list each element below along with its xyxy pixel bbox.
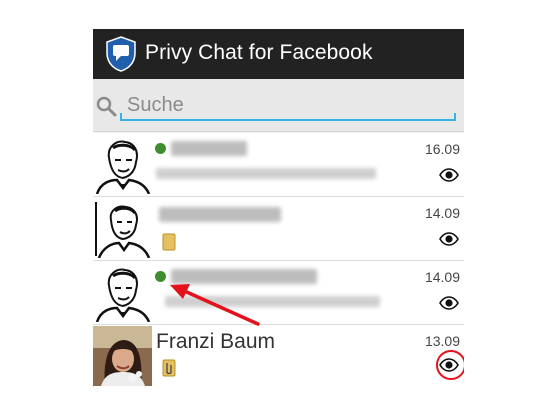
online-status-dot bbox=[155, 271, 166, 282]
message-date: 14.09 bbox=[424, 269, 460, 285]
blurred-contact-name bbox=[159, 207, 281, 222]
app-logo-icon[interactable] bbox=[105, 36, 137, 72]
message-date: 16.09 bbox=[424, 141, 460, 157]
red-arrow-annotation bbox=[170, 284, 260, 326]
conversation-row[interactable]: Franzi Baum 13.09 bbox=[93, 325, 464, 388]
eye-icon[interactable] bbox=[439, 232, 459, 246]
sketch-portrait-icon bbox=[93, 262, 152, 322]
message-date: 14.09 bbox=[424, 205, 460, 221]
avatar bbox=[93, 134, 152, 194]
search-underline-left bbox=[120, 113, 122, 121]
sketch-portrait-icon bbox=[93, 134, 152, 194]
action-bar: Privy Chat for Facebook bbox=[93, 29, 464, 79]
photo-portrait-icon bbox=[93, 326, 152, 386]
highlight-circle bbox=[436, 350, 464, 380]
contact-name: Franzi Baum bbox=[156, 330, 276, 353]
phone-screen: Privy Chat for Facebook Suche 16.09 14.0… bbox=[93, 29, 464, 418]
eye-icon[interactable] bbox=[439, 296, 459, 310]
conversation-row[interactable]: 14.09 bbox=[93, 261, 464, 325]
attachment-icon bbox=[162, 359, 176, 377]
avatar bbox=[93, 198, 152, 258]
conversation-list: 16.09 14.09 14.09 Franzi Baum 13.09 bbox=[93, 133, 464, 418]
avatar bbox=[93, 326, 152, 386]
blurred-contact-name bbox=[171, 141, 247, 156]
blurred-message-preview bbox=[156, 168, 376, 179]
avatar bbox=[93, 262, 152, 322]
sketch-portrait-icon bbox=[93, 198, 152, 258]
message-date: 13.09 bbox=[424, 333, 460, 349]
search-underline-right bbox=[454, 113, 456, 121]
search-icon[interactable] bbox=[95, 95, 117, 117]
eye-icon[interactable] bbox=[439, 168, 459, 182]
conversation-row[interactable]: 16.09 bbox=[93, 133, 464, 197]
online-status-dot bbox=[155, 143, 166, 154]
search-input[interactable] bbox=[120, 91, 456, 121]
search-bar bbox=[93, 79, 464, 132]
conversation-row[interactable]: 14.09 bbox=[93, 197, 464, 261]
app-title: Privy Chat for Facebook bbox=[145, 41, 373, 64]
attachment-icon bbox=[162, 233, 176, 251]
